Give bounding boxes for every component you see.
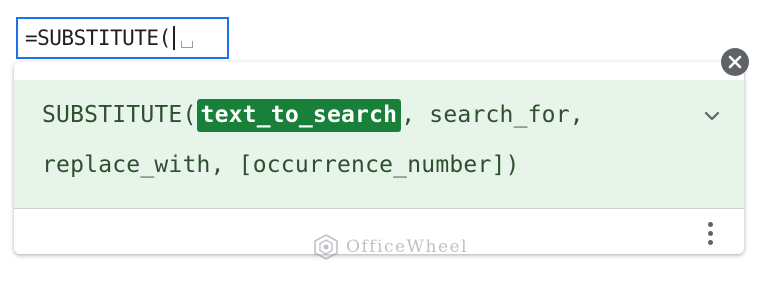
- signature-line-1: SUBSTITUTE(text_to_search, search_for,: [42, 99, 584, 132]
- signature-line-2: replace_with, [occurrence_number]): [42, 152, 520, 178]
- function-signature-panel[interactable]: SUBSTITUTE(text_to_search, search_for, r…: [14, 80, 744, 209]
- watermark-logo-icon: [314, 234, 338, 260]
- sheets-formula-editor: =SUBSTITUTE( SUBSTITUTE(text_to_search, …: [0, 0, 766, 289]
- more-vert-icon[interactable]: [706, 222, 714, 248]
- signature-params-rest: , search_for,: [401, 102, 584, 128]
- close-icon[interactable]: [721, 48, 749, 76]
- formula-help-card: SUBSTITUTE(text_to_search, search_for, r…: [14, 62, 744, 254]
- function-name: SUBSTITUTE(: [42, 102, 197, 128]
- active-parameter: text_to_search: [196, 99, 402, 132]
- formula-cell-input[interactable]: =SUBSTITUTE(: [16, 17, 229, 59]
- watermark-text: OfficeWheel: [346, 237, 469, 257]
- cell-fill-marker: [180, 40, 193, 48]
- formula-text: =SUBSTITUTE(: [25, 26, 171, 50]
- text-caret: [172, 26, 175, 50]
- chevron-down-icon[interactable]: [702, 106, 722, 126]
- watermark-logo: OfficeWheel: [312, 233, 468, 261]
